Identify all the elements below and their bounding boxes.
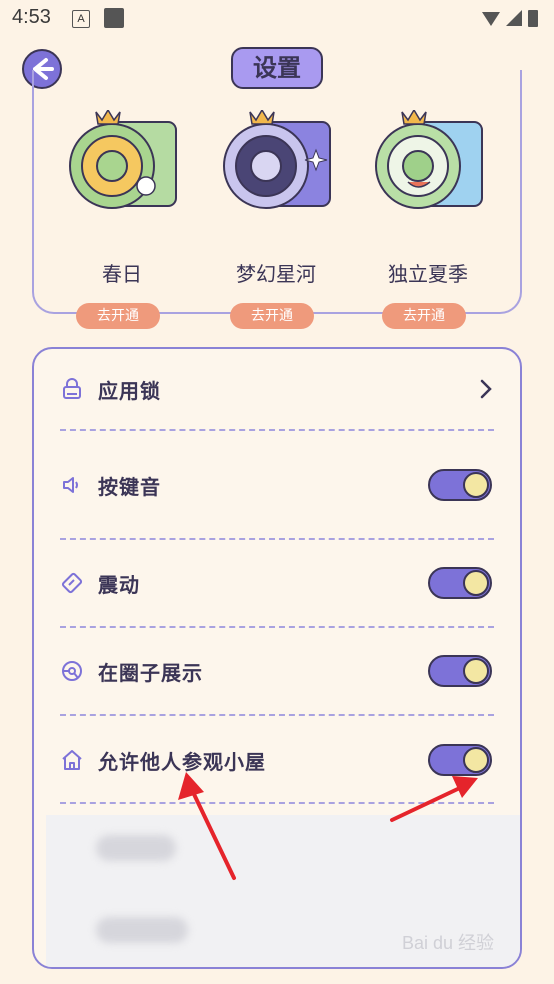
annotation-arrows (178, 772, 478, 880)
annotation-arrow-toggle (390, 776, 478, 822)
annotation-arrow-label (178, 772, 236, 880)
